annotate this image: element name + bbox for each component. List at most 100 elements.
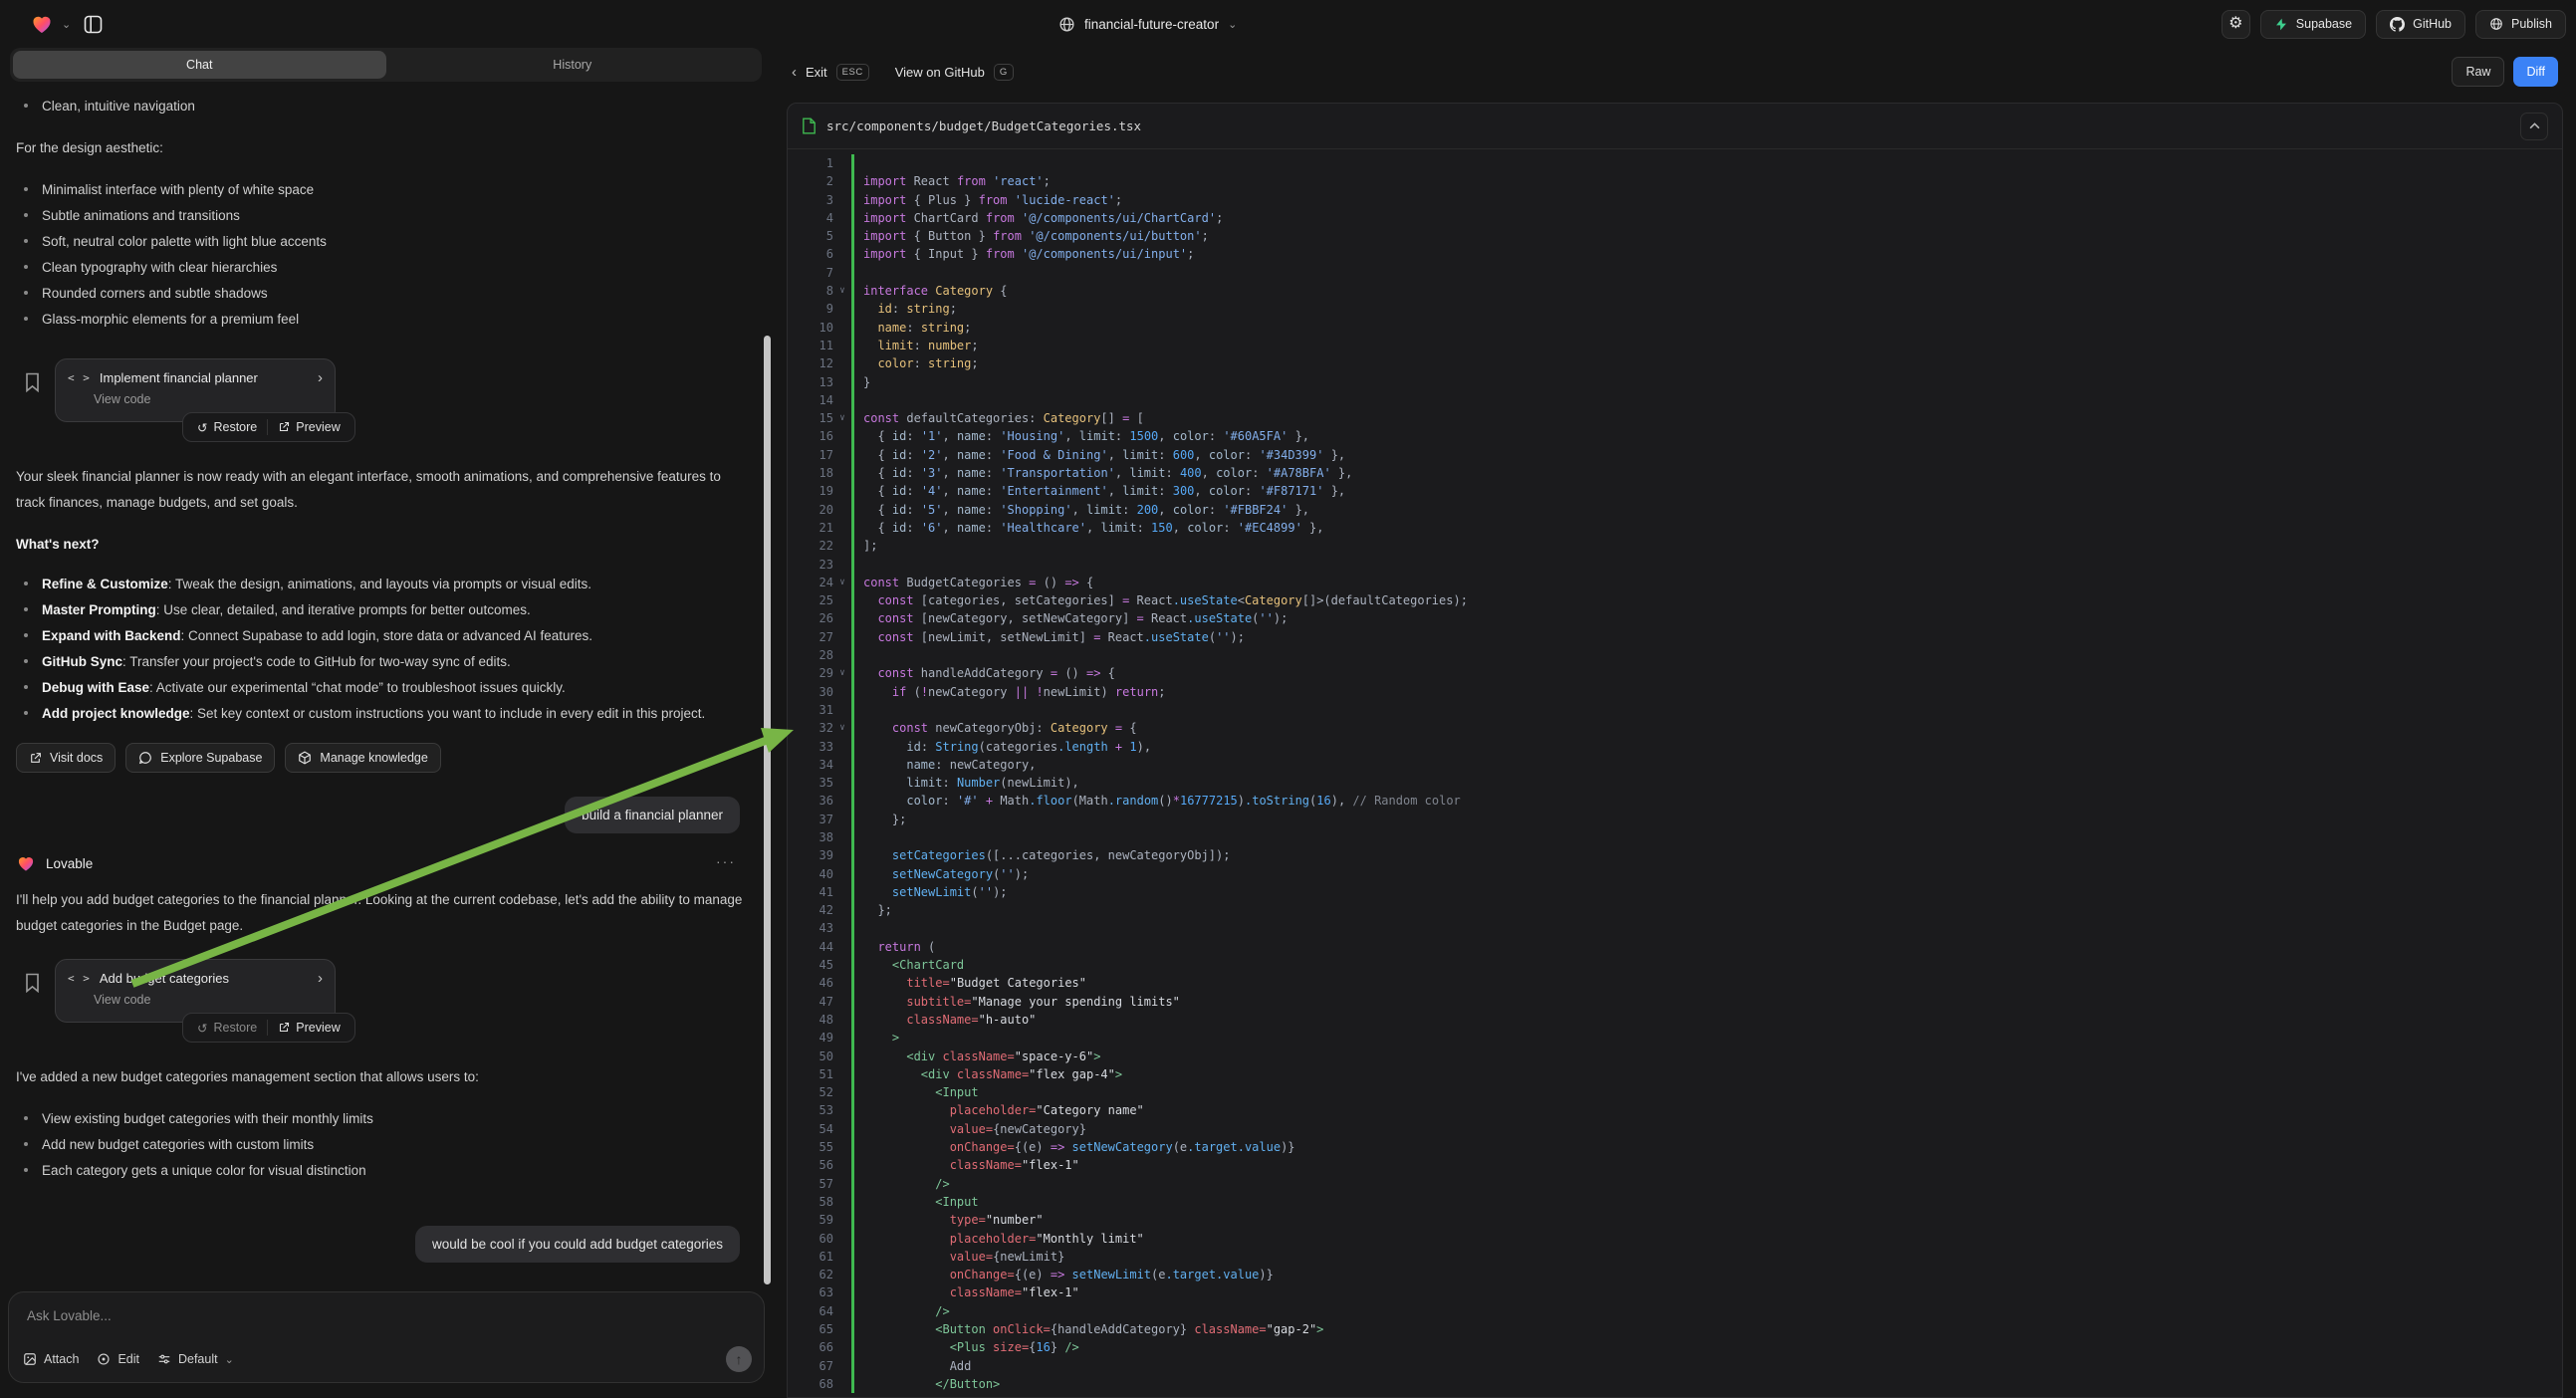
package-icon	[298, 751, 312, 765]
whats-next-list: Refine & Customize: Tweak the design, an…	[16, 572, 758, 727]
code-line: 40 setNewCategory('');	[788, 865, 2562, 883]
line-number: 54	[788, 1120, 833, 1138]
bullet-dot	[24, 317, 28, 321]
visit-docs-button[interactable]: Visit docs	[16, 743, 116, 773]
fold-gutter	[833, 154, 851, 172]
code-text: type="number"	[851, 1211, 2562, 1229]
project-name[interactable]: financial-future-creator	[1084, 17, 1219, 32]
manage-knowledge-button[interactable]: Manage knowledge	[285, 743, 440, 773]
chat-scroll-area[interactable]: Clean, intuitive navigation For the desi…	[0, 86, 760, 1288]
code-line: 6import { Input } from '@/components/ui/…	[788, 245, 2562, 263]
view-on-github-button[interactable]: View on GitHub	[895, 65, 985, 80]
code-line: 68 </Button>	[788, 1375, 2562, 1393]
list-item: Master Prompting: Use clear, detailed, a…	[16, 597, 758, 623]
restore-button[interactable]: ↺ Restore	[187, 1014, 267, 1042]
fold-chevron-icon[interactable]: ∨	[833, 719, 851, 737]
line-number: 52	[788, 1083, 833, 1101]
code-text	[851, 264, 2562, 282]
exit-button[interactable]: Exit	[806, 65, 827, 80]
code-line: 13}	[788, 373, 2562, 391]
fold-gutter	[833, 391, 851, 409]
fold-chevron-icon[interactable]: ∨	[833, 664, 851, 682]
mode-select[interactable]: Default ⌄	[157, 1352, 234, 1366]
fold-gutter	[833, 1083, 851, 1101]
g-keyboard-hint: G	[994, 64, 1014, 81]
code-text	[851, 556, 2562, 574]
code-line: 43	[788, 919, 2562, 937]
fold-gutter	[833, 537, 851, 555]
code-line: 24∨const BudgetCategories = () => {	[788, 574, 2562, 591]
file-header[interactable]: src/components/budget/BudgetCategories.t…	[788, 104, 2562, 149]
assistant-name: Lovable	[46, 856, 93, 871]
chat-scrollbar[interactable]	[764, 336, 771, 1284]
code-line: 56 className="flex-1"	[788, 1156, 2562, 1174]
bookmark-icon[interactable]	[24, 973, 41, 993]
edit-mode-button[interactable]: Edit	[97, 1352, 139, 1366]
fold-gutter	[833, 1338, 851, 1356]
tab-chat[interactable]: Chat	[13, 51, 386, 79]
fold-gutter	[833, 1248, 851, 1266]
send-button[interactable]: ↑	[726, 1346, 752, 1372]
added-bullet-list: View existing budget categories with the…	[16, 1106, 740, 1184]
settings-button[interactable]: ⚙	[2222, 10, 2250, 39]
project-chevron-down-icon[interactable]: ⌄	[1228, 18, 1237, 31]
fold-gutter	[833, 354, 851, 372]
line-number: 10	[788, 319, 833, 337]
attach-button[interactable]: Attach	[23, 1352, 79, 1366]
code-text: <Input	[851, 1193, 2562, 1211]
github-button[interactable]: GitHub	[2376, 10, 2465, 39]
sidebar-toggle-button[interactable]	[79, 10, 107, 38]
tab-history[interactable]: History	[386, 51, 760, 79]
chat-input[interactable]: Ask Lovable...	[27, 1308, 112, 1323]
code-text: name: newCategory,	[851, 756, 2562, 774]
code-text: name: string;	[851, 319, 2562, 337]
view-code-link[interactable]: View code	[94, 993, 323, 1007]
code-text: <Button onClick={handleAddCategory} clas…	[851, 1320, 2562, 1338]
view-code-link[interactable]: View code	[94, 392, 323, 406]
code-text: { id: '1', name: 'Housing', limit: 1500,…	[851, 427, 2562, 445]
code-text	[851, 646, 2562, 664]
fold-chevron-icon[interactable]: ∨	[833, 409, 851, 427]
fold-gutter	[833, 1029, 851, 1047]
line-number: 15	[788, 409, 833, 427]
publish-button[interactable]: Publish	[2475, 10, 2566, 39]
fold-gutter	[833, 1375, 851, 1393]
explore-supabase-button[interactable]: Explore Supabase	[125, 743, 275, 773]
code-text: />	[851, 1302, 2562, 1320]
preview-button[interactable]: Preview	[268, 413, 350, 441]
lovable-logo-heart-icon[interactable]	[30, 12, 54, 36]
line-number: 7	[788, 264, 833, 282]
code-file-card: src/components/budget/BudgetCategories.t…	[787, 103, 2563, 1398]
list-item: Debug with Ease: Activate our experiment…	[16, 675, 758, 701]
code-text: className="flex-1"	[851, 1283, 2562, 1301]
bookmark-icon[interactable]	[24, 372, 41, 392]
collapse-file-button[interactable]	[2520, 113, 2548, 140]
fold-gutter	[833, 846, 851, 864]
code-text: </Button>	[851, 1375, 2562, 1393]
code-line: 41 setNewLimit('');	[788, 883, 2562, 901]
list-item: Glass-morphic elements for a premium fee…	[16, 307, 740, 333]
diff-button[interactable]: Diff	[2513, 57, 2558, 87]
raw-button[interactable]: Raw	[2452, 57, 2504, 87]
supabase-button[interactable]: Supabase	[2260, 10, 2366, 39]
more-menu-icon[interactable]: ···	[716, 853, 736, 869]
line-number: 47	[788, 993, 833, 1011]
preview-button[interactable]: Preview	[268, 1014, 350, 1042]
line-number: 63	[788, 1283, 833, 1301]
code-text: placeholder="Category name"	[851, 1101, 2562, 1119]
code-editor[interactable]: 12import React from 'react';3import { Pl…	[788, 149, 2562, 1393]
chevron-right-icon[interactable]: ›	[318, 970, 323, 987]
chat-composer[interactable]: Ask Lovable... Attach Edit	[8, 1291, 765, 1383]
line-number: 9	[788, 300, 833, 318]
fold-chevron-icon[interactable]: ∨	[833, 282, 851, 300]
chevron-down-icon[interactable]: ⌄	[62, 18, 71, 31]
fold-chevron-icon[interactable]: ∨	[833, 574, 851, 591]
code-line: 23	[788, 556, 2562, 574]
fold-gutter	[833, 865, 851, 883]
code-line: 60 placeholder="Monthly limit"	[788, 1230, 2562, 1248]
chevron-right-icon[interactable]: ›	[318, 369, 323, 386]
line-number: 38	[788, 828, 833, 846]
fold-gutter	[833, 1138, 851, 1156]
restore-button[interactable]: ↺ Restore	[187, 413, 267, 441]
line-number: 48	[788, 1011, 833, 1029]
